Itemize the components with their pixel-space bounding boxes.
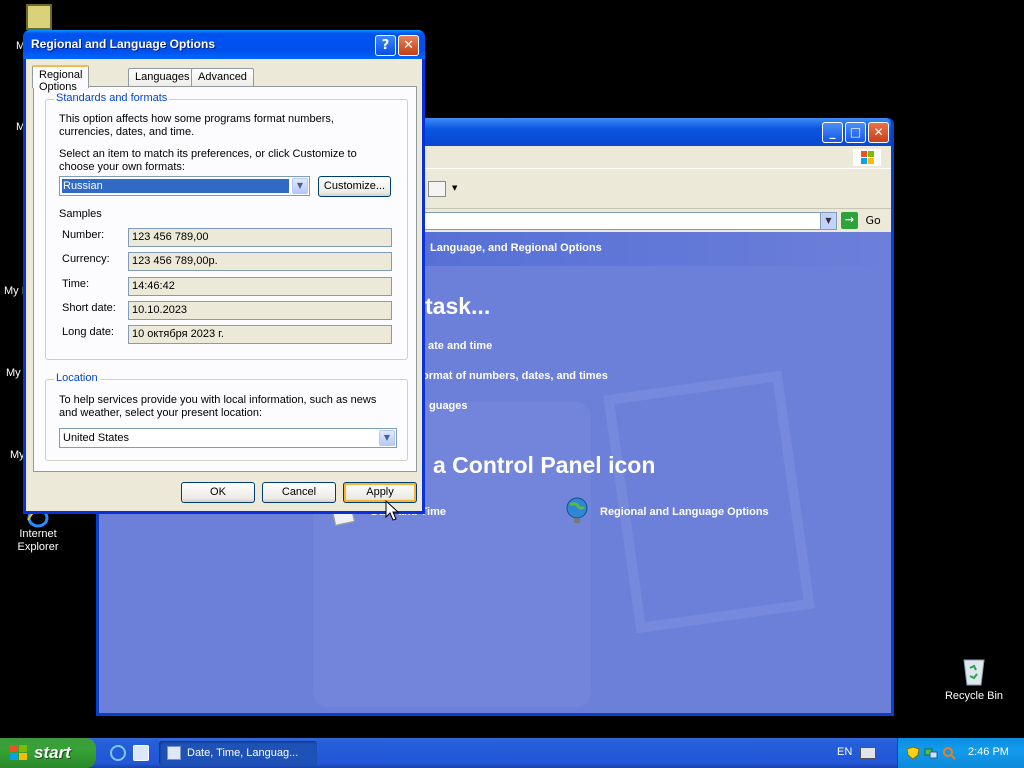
language-indicator[interactable]: EN [837,746,852,758]
apply-button[interactable]: Apply [343,482,417,503]
desktop: M M My I My My Internet Explorer Recycle… [0,0,1024,738]
sample-currency-label: Currency: [62,253,110,265]
dialog-close-button[interactable]: ✕ [398,35,419,56]
pick-task-heading: task... [425,293,491,319]
sample-short-date-label: Short date: [62,302,116,314]
regional-language-label[interactable]: Regional and Language Options [600,506,769,518]
views-icon[interactable] [428,181,446,197]
internet-explorer-label: Internet Explorer [17,528,59,553]
regional-language-dialog: Regional and Language Options ? ✕ Region… [23,30,425,514]
address-dropdown-icon[interactable]: ▼ [820,213,836,229]
standards-description: This option affects how some programs fo… [59,113,334,138]
pick-icon-heading: a Control Panel icon [433,452,656,478]
watermark-graphic [603,370,815,634]
location-select-value: United States [63,432,130,444]
standards-group: Standards and formats This option affect… [45,92,408,360]
windows-logo-icon [853,149,881,166]
dialog-titlebar[interactable]: Regional and Language Options ? ✕ [23,30,425,59]
quicklaunch-ie-icon[interactable] [110,745,126,761]
control-panel-icon [167,746,181,760]
location-description: To help services provide you with local … [59,394,377,419]
category-title: Language, and Regional Options [430,242,602,254]
clock[interactable]: 2:46 PM [968,746,1009,758]
taskbar-item-control-panel[interactable]: Date, Time, Languag... [159,741,317,765]
sample-number-value: 123 456 789,00 [128,228,392,247]
customize-button[interactable]: Customize... [318,176,391,197]
tab-regional-options[interactable]: Regional Options [32,65,90,93]
locale-select[interactable]: Russian ▼ [59,176,310,196]
tab-panel: Standards and formats This option affect… [33,86,417,472]
sample-number-label: Number: [62,229,105,241]
samples-label: Samples [59,208,102,220]
location-select[interactable]: United States ▼ [59,428,397,448]
go-button[interactable]: → Go [841,212,887,230]
system-tray: 2:46 PM [897,738,1024,768]
chevron-down-icon[interactable]: ▼ [292,178,308,194]
close-button[interactable]: ✕ [868,122,889,143]
desktop-icon-recycle-bin[interactable]: Recycle Bin [942,656,1006,703]
security-shield-icon[interactable] [906,746,920,760]
desktop-icon-top[interactable] [26,4,52,30]
desktop-fragment-5: My [6,367,21,379]
task-link-date-time[interactable]: ate and time [428,340,492,352]
sample-time-value: 14:46:42 [128,277,392,296]
go-arrow-icon: → [841,212,858,229]
desktop-fragment-4: My I [4,285,25,297]
ok-button[interactable]: OK [181,482,255,503]
globe-icon[interactable] [566,497,588,523]
help-button[interactable]: ? [375,35,396,56]
windows-flag-icon [10,745,28,761]
task-link-languages[interactable]: guages [429,400,468,412]
chevron-down-icon[interactable]: ▼ [379,430,395,446]
network-icon[interactable] [924,746,938,760]
maximize-button[interactable]: □ [845,122,866,143]
standards-group-title: Standards and formats [54,92,170,104]
sample-long-date-label: Long date: [62,326,114,338]
sample-currency-value: 123 456 789,00р. [128,252,392,271]
sample-long-date-value: 10 октября 2023 г. [128,325,392,344]
sample-short-date-value: 10.10.2023 [128,301,392,320]
search-icon[interactable] [942,746,956,760]
taskbar: start Date, Time, Languag... EN 2:46 PM [0,738,1024,768]
tab-languages[interactable]: Languages [128,68,197,87]
minimize-button[interactable]: _ [822,122,843,143]
quicklaunch-explorer-icon[interactable] [133,745,149,761]
task-link-format[interactable]: ormat of numbers, dates, and times [422,370,608,382]
location-group: Location To help services provide you wi… [45,372,408,461]
views-dropdown-icon[interactable]: ▼ [452,184,457,192]
keyboard-icon[interactable] [860,747,876,759]
location-group-title: Location [54,372,100,384]
dialog-title: Regional and Language Options [31,37,216,51]
taskbar-item-label: Date, Time, Languag... [187,747,299,759]
sample-time-label: Time: [62,278,90,290]
go-label: Go [865,213,881,227]
standards-instruction: Select an item to match its preferences,… [59,148,357,173]
tab-advanced[interactable]: Advanced [191,68,254,87]
locale-select-value: Russian [61,178,290,194]
start-button[interactable]: start [0,738,96,768]
recycle-bin-icon [961,656,987,686]
cancel-button[interactable]: Cancel [262,482,336,503]
start-label: start [34,743,71,762]
recycle-bin-label: Recycle Bin [944,690,1004,702]
